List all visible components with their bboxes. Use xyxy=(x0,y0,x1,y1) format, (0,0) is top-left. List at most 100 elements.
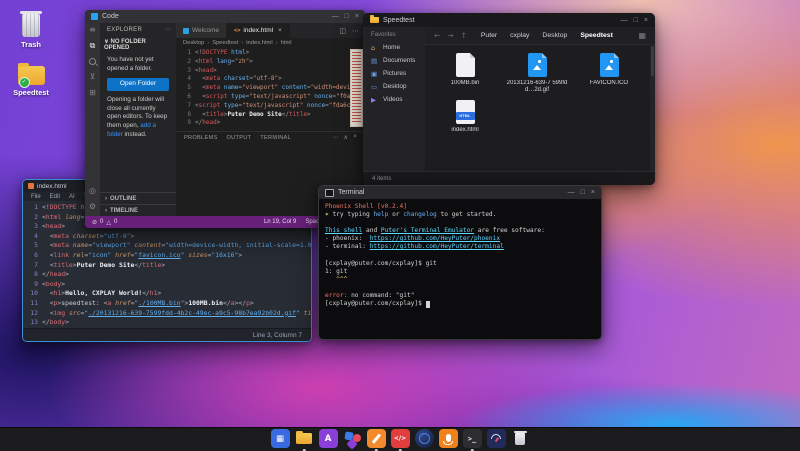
fm-scrollbar[interactable] xyxy=(650,44,655,172)
terminal-line: Phoenix Shell [v0.2.4] xyxy=(325,203,595,211)
desktop-icon-label: Trash xyxy=(21,40,41,49)
breadcrumb-item[interactable]: html xyxy=(281,40,292,46)
dock-files[interactable] xyxy=(295,429,314,448)
warning-icon[interactable]: △ xyxy=(106,219,111,226)
file-item[interactable]: 20131216-639-7 599fdd…2d.gif xyxy=(503,53,571,94)
line-number: 2 xyxy=(23,213,42,223)
dock-code[interactable]: </> xyxy=(391,429,410,448)
breadcrumb-item[interactable]: index.html xyxy=(246,40,272,46)
ellipsis-icon[interactable]: ⋯ xyxy=(352,27,359,35)
desktop-icon-label: Speedtest xyxy=(13,88,49,97)
breadcrumb-item[interactable]: Speedtest xyxy=(580,32,612,39)
timeline-section[interactable]: › TIMELINE xyxy=(100,204,176,216)
file-item[interactable]: HTMLindex.html xyxy=(431,100,499,134)
code-line: 8 <title>Puter Demo Site</title> xyxy=(176,111,365,120)
file-name: 100MB.bin xyxy=(451,80,480,87)
panel-tab-output[interactable]: OUTPUT xyxy=(227,135,252,141)
chevron-right-icon: › xyxy=(241,40,243,46)
dock-trash[interactable] xyxy=(511,429,530,448)
desktop-icon-speedtest[interactable]: ✓Speedtest xyxy=(6,66,56,97)
up-icon[interactable]: ↑ xyxy=(461,31,467,40)
dock-app-center[interactable]: A xyxy=(319,429,338,448)
dock-recorder[interactable] xyxy=(439,429,458,448)
breadcrumb-item[interactable]: Desktop xyxy=(542,32,567,39)
desktop-icon-trash[interactable]: Trash xyxy=(6,14,56,49)
terminal-output[interactable]: Phoenix Shell [v0.2.4]✶ try typing help … xyxy=(319,199,601,312)
vscode-breadcrumb: Desktop›Speedtest›index.html›html xyxy=(176,38,365,47)
error-icon[interactable]: ⊘ xyxy=(92,219,97,226)
dock-browser[interactable] xyxy=(415,429,434,448)
sidebar-item-pictures[interactable]: ▣Pictures xyxy=(363,67,425,80)
scrollbar-thumb[interactable] xyxy=(651,46,654,76)
vscode-titlebar[interactable]: Code — □ × xyxy=(85,10,365,23)
code-line: 9</head> xyxy=(176,119,365,128)
explorer-section-header[interactable]: ∨ NO FOLDER OPENED xyxy=(100,36,176,53)
minimize-icon[interactable]: — xyxy=(568,189,575,196)
close-icon[interactable]: × xyxy=(644,17,648,24)
pencil-icon xyxy=(372,433,381,443)
panel-up-icon[interactable]: ∧ xyxy=(343,134,348,141)
breadcrumb-item[interactable]: Puter xyxy=(481,32,497,39)
file-item[interactable]: FAVICON.ICO xyxy=(575,53,643,94)
maximize-icon[interactable]: □ xyxy=(345,13,349,20)
maximize-icon[interactable]: □ xyxy=(634,17,638,24)
terminal-line xyxy=(325,284,595,292)
cursor-position[interactable]: Ln 19, Col 9 xyxy=(264,219,296,225)
documents-icon: ▤ xyxy=(371,57,379,65)
explorer-icon[interactable]: ⧉ xyxy=(90,42,96,50)
menu-edit[interactable]: Edit xyxy=(50,194,60,200)
line-number: 9 xyxy=(23,280,42,290)
minimize-icon[interactable]: — xyxy=(621,17,628,24)
open-folder-button[interactable]: Open Folder xyxy=(107,78,169,91)
menu-ai[interactable]: AI xyxy=(69,194,75,200)
dock-launcher[interactable]: ▦ xyxy=(271,429,290,448)
fm-titlebar[interactable]: Speedtest — □ × xyxy=(363,13,655,27)
close-icon[interactable]: × xyxy=(355,13,359,20)
sidebar-item-documents[interactable]: ▤Documents xyxy=(363,54,425,67)
vscode-code-area[interactable]: 1<!DOCTYPE html>2<html lang="zh">3<head>… xyxy=(176,47,365,131)
code-line: 12 <img src="./20131216-639-7599fdd-4b2c… xyxy=(23,309,311,319)
tab-index-html[interactable]: <>index.html× xyxy=(227,23,290,38)
line-number: 3 xyxy=(176,67,195,76)
line-number: 4 xyxy=(176,75,195,84)
file-name: FAVICON.ICO xyxy=(590,80,628,87)
dock-editor[interactable] xyxy=(367,429,386,448)
account-icon[interactable]: ◎ xyxy=(89,187,96,195)
extensions-icon[interactable]: ⊞ xyxy=(89,89,96,97)
dock-terminal[interactable]: >_ xyxy=(463,429,482,448)
grid-view-icon[interactable]: ▦ xyxy=(638,31,646,40)
split-editor-icon[interactable]: ◫ xyxy=(339,27,346,35)
sidebar-item-home[interactable]: ⌂Home xyxy=(363,41,425,54)
minimize-icon[interactable]: — xyxy=(332,13,339,20)
close-icon[interactable]: × xyxy=(591,189,595,196)
ellipsis-icon[interactable]: ⋯ xyxy=(332,134,338,141)
breadcrumb-item[interactable]: cxplay xyxy=(510,32,529,39)
sidebar-item-videos[interactable]: ▶Videos xyxy=(363,93,425,106)
back-icon[interactable]: ← xyxy=(434,31,440,40)
maximize-icon[interactable]: □ xyxy=(581,189,585,196)
code-line: 10 <h1>Hello, CXPLAY World!</h1> xyxy=(23,289,311,299)
menu-file[interactable]: File xyxy=(31,194,41,200)
search-icon[interactable] xyxy=(89,58,96,65)
source-control-icon[interactable]: ⊻ xyxy=(90,73,96,81)
forward-icon[interactable]: → xyxy=(447,31,453,40)
vscode-sidebar: EXPLORER ⋯ ∨ NO FOLDER OPENED You have n… xyxy=(100,23,176,216)
breadcrumb-item[interactable]: Desktop xyxy=(183,40,204,46)
panel-tab-terminal[interactable]: TERMINAL xyxy=(260,135,291,141)
breadcrumb-item[interactable]: Speedtest xyxy=(212,40,238,46)
dock-speedtest[interactable] xyxy=(487,429,506,448)
outline-section[interactable]: › OUTLINE xyxy=(100,192,176,204)
close-icon[interactable]: × xyxy=(353,134,357,141)
file-item[interactable]: 100MB.bin xyxy=(431,53,499,94)
minimap[interactable] xyxy=(350,49,363,127)
close-icon[interactable]: × xyxy=(278,27,282,34)
gear-icon[interactable]: ⚙ xyxy=(89,203,96,211)
menu-icon[interactable]: ≡ xyxy=(89,26,96,34)
sidebar-item-desktop[interactable]: ▭Desktop xyxy=(363,80,425,93)
dock-dev-center[interactable] xyxy=(343,429,362,448)
ellipsis-icon[interactable]: ⋯ xyxy=(165,26,171,33)
tab-welcome[interactable]: Welcome xyxy=(176,23,227,38)
terminal-titlebar[interactable]: Terminal — □ × xyxy=(319,186,601,199)
line-number: 6 xyxy=(23,251,42,261)
panel-tab-problems[interactable]: PROBLEMS xyxy=(184,135,218,141)
